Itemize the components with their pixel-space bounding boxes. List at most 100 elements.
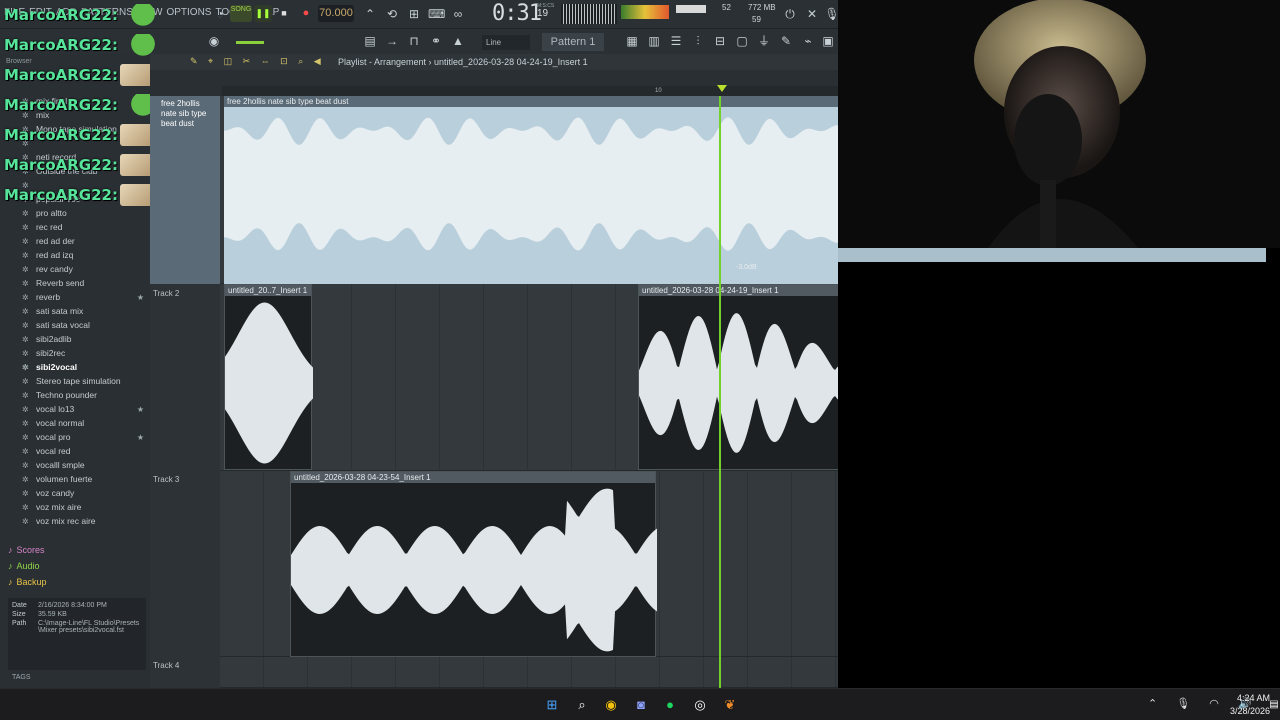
typing-keyboard-icon[interactable]: ⌨ [428, 6, 445, 22]
metronome-icon[interactable]: ◔ [212, 6, 228, 22]
playlist-tools[interactable]: ✎ ⌖ ◫ ✂ ⇔ ⊡ ⌕ ◀ [190, 56, 325, 67]
fl-studio-icon[interactable]: ❦ [720, 695, 740, 715]
browser-item[interactable]: ✲ voz mix rec aire [22, 514, 148, 528]
plugin-icon[interactable]: ⏚ [756, 33, 772, 49]
plugin-picker-icon[interactable]: ⊟ [712, 33, 728, 49]
channel-rack-icon[interactable]: ▥ [646, 33, 662, 49]
browser-item[interactable]: ✲ pro altto [22, 206, 148, 220]
loop-icon[interactable]: ⟲ [384, 6, 400, 22]
countdown-icon[interactable]: ∞ [450, 6, 466, 22]
record-button[interactable]: ● [298, 5, 314, 22]
pause-button[interactable]: ❚❚ [254, 5, 272, 22]
playhead[interactable] [719, 96, 721, 688]
piano-roll-icon[interactable]: ☰ [668, 33, 684, 49]
obs-icon[interactable]: ◎ [690, 695, 710, 715]
master-pitch-slider[interactable] [236, 41, 264, 44]
browser-item[interactable]: ✲ vocalll smple [22, 458, 148, 472]
timeline-ruler[interactable] [222, 86, 838, 96]
browser-category-backup[interactable]: ♪ Backup [8, 574, 146, 590]
track-header-1[interactable]: free 2hollis nate sib type beat dust [150, 96, 220, 284]
audio-clip-a[interactable]: untitled_20..7_Insert 1 [224, 284, 313, 470]
browser-item[interactable]: ✲ sibi2vocal [22, 360, 148, 374]
browser-item[interactable]: ✲ vocal lo13 ★ [22, 402, 148, 416]
track-lane-3[interactable]: untitled_2026-03-28 04-23-54_Insert 1 [220, 471, 838, 657]
browser-item[interactable]: ✲ Reverb send [22, 276, 148, 290]
browser-toggle-icon[interactable]: ▢ [734, 33, 750, 49]
tempo-display[interactable]: 70.000 [318, 5, 354, 22]
clip-waveform [291, 488, 657, 652]
track-lane-1[interactable]: free 2hollis nate sib type beat dust [220, 96, 838, 284]
windows-start-icon[interactable]: ⊞ [542, 695, 562, 715]
step-icon[interactable]: ⊞ [406, 6, 422, 22]
browser-item[interactable]: ✲ red ad der [22, 234, 148, 248]
track-lane-2[interactable]: untitled_20..7_Insert 1 untitled_2026-03… [220, 284, 913, 471]
browser-item[interactable]: ✲ vocal red [22, 444, 148, 458]
notification-icon[interactable]: ▤ [1264, 695, 1280, 715]
browser-category-scores[interactable]: ♪ Scores [8, 542, 146, 558]
snap-select[interactable]: Line [482, 35, 530, 50]
audio-clip-beat[interactable]: free 2hollis nate sib type beat dust [224, 96, 838, 284]
cross-tool-icon[interactable]: ✕ [804, 6, 820, 22]
track-header-4[interactable]: Track 4 [150, 658, 220, 673]
master-volume-knob-icon[interactable]: ◉ [206, 33, 222, 49]
browser-item[interactable]: ✲ popular voc [22, 192, 148, 206]
browser-item[interactable]: ✲ voz candy [22, 486, 148, 500]
browser-item[interactable]: ✲ voz mix aire [22, 500, 148, 514]
touch-keyboard-icon[interactable]: ⌁ [800, 33, 816, 49]
favorite-star-icon[interactable]: ★ [137, 405, 144, 414]
help-icon[interactable]: ▣ [820, 33, 836, 49]
browser-item[interactable]: ✲ red ad izq [22, 248, 148, 262]
chrome-icon[interactable]: ◉ [601, 695, 621, 715]
song-mode-button[interactable]: SONG [230, 5, 252, 22]
audio-clip-c[interactable]: untitled_2026-03-28 04-23-54_Insert 1 [290, 471, 657, 657]
track-header-2[interactable]: Track 2 [150, 286, 220, 301]
power-icon[interactable]: ⏻ [782, 6, 798, 22]
browser-item[interactable]: ✲ [22, 178, 148, 192]
browser-item[interactable]: ✲ rev candy [22, 262, 148, 276]
browser-item[interactable]: ✲ Stereo tape simulation [22, 374, 148, 388]
browser-item[interactable]: ✲ sibi2adlib [22, 332, 148, 346]
tool-icon[interactable]: ⌃ [362, 6, 378, 22]
menu-item-view[interactable]: VIEW [137, 7, 163, 18]
browser-item[interactable]: ✲ mix [22, 108, 148, 122]
browser-item[interactable]: ✲ Techno pounder [22, 388, 148, 402]
browser-item[interactable]: ✲ rec red [22, 220, 148, 234]
browser-item[interactable]: ✲ [22, 136, 148, 150]
browser-item[interactable]: ✲ Outside the club [22, 164, 148, 178]
menu-item-file[interactable]: FILE [4, 7, 25, 18]
favorite-star-icon[interactable]: ★ [137, 433, 144, 442]
brush-icon[interactable]: ✎ [778, 33, 794, 49]
search-icon[interactable]: ⌕ [572, 695, 592, 715]
browser-item[interactable]: ✲ vocal normal [22, 416, 148, 430]
stamp-icon[interactable]: ▲ [450, 33, 466, 49]
browser-item[interactable]: ✲ reverb ★ [22, 290, 148, 304]
magnet-icon[interactable]: ⊓ [406, 33, 422, 49]
browser-item[interactable]: ✲ neti record [22, 150, 148, 164]
piano-icon[interactable]: ▤ [362, 33, 378, 49]
playlist-icon[interactable]: ▦ [624, 33, 640, 49]
browser-item[interactable]: ✲ vocal pro ★ [22, 430, 148, 444]
spotify-icon[interactable]: ● [660, 695, 680, 715]
discord-icon[interactable]: ◙ [631, 695, 651, 715]
menu-item-patterns[interactable]: PATTERNS [81, 7, 133, 18]
menu-item-edit[interactable]: EDIT [29, 7, 52, 18]
browser-category-audio[interactable]: ♪ Audio [8, 558, 146, 574]
menu-item-options[interactable]: OPTIONS [166, 7, 211, 18]
pattern-selector[interactable]: Pattern 1 [542, 33, 604, 51]
arrow-right-icon[interactable]: → [384, 33, 400, 49]
track-lane-4[interactable] [220, 657, 838, 688]
browser-item[interactable]: ✲ volumen fuerte [22, 472, 148, 486]
browser-item[interactable]: ✲ sibi2rec [22, 346, 148, 360]
timeline[interactable] [150, 70, 838, 96]
browser-item[interactable]: ✲ sati sata vocal [22, 318, 148, 332]
mixer-icon[interactable]: ⫶ [690, 33, 706, 49]
browser-item[interactable]: ✲ Mono tape simulation [22, 122, 148, 136]
stop-button[interactable]: ■ [276, 5, 292, 22]
browser-item[interactable]: ✲ sati sata mix [22, 304, 148, 318]
song-position-marker[interactable] [717, 85, 727, 92]
browser-item[interactable]: ✲ mix final [22, 94, 148, 108]
track-header-3[interactable]: Track 3 [150, 472, 220, 487]
menu-item-add[interactable]: ADD [56, 7, 77, 18]
favorite-star-icon[interactable]: ★ [137, 293, 144, 302]
link-icon[interactable]: ⚭ [428, 33, 444, 49]
